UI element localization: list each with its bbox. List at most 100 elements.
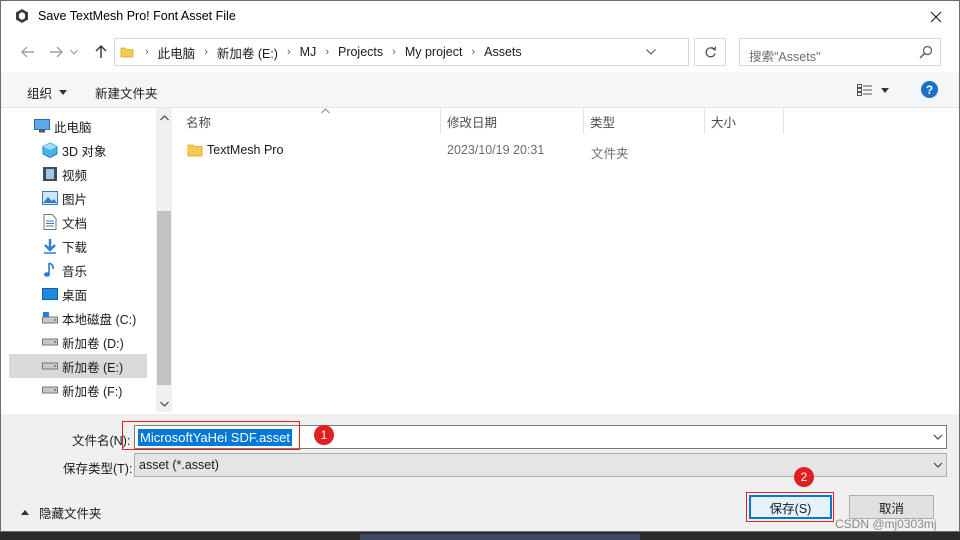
sidebar-item-label: 视频: [62, 168, 88, 183]
breadcrumb-separator[interactable]: ›: [200, 46, 212, 58]
search-input[interactable]: 搜索"Assets": [749, 46, 820, 65]
save-type-label: 保存类型(T):: [63, 462, 133, 476]
file-row[interactable]: TextMesh Pro 2023/10/19 20:31 文件夹: [164, 139, 959, 163]
cancel-button[interactable]: 取消: [849, 495, 934, 519]
up-button[interactable]: [90, 40, 112, 64]
file-name: TextMesh Pro: [207, 143, 284, 157]
save-dialog: Save TextMesh Pro! Font Asset File › 此电脑…: [0, 0, 960, 532]
file-list: 名称 修改日期 类型 大小 TextMesh Pro 2023/10/19 20…: [164, 108, 959, 414]
folder-icon: [120, 47, 134, 58]
refresh-icon: [705, 45, 716, 57]
view-options-button[interactable]: [857, 81, 897, 99]
sidebar-item-music[interactable]: 音乐: [9, 258, 147, 282]
forward-button[interactable]: [45, 40, 67, 64]
drive-icon: [41, 382, 59, 398]
sidebar-item-drive-c[interactable]: 本地磁盘 (C:): [9, 306, 147, 330]
breadcrumb-item[interactable]: Projects: [333, 45, 388, 59]
background-bar: [360, 534, 640, 540]
address-history-button[interactable]: [642, 45, 660, 59]
organize-label: 组织: [27, 87, 53, 101]
close-button[interactable]: [913, 1, 959, 32]
window-title: Save TextMesh Pro! Font Asset File: [38, 9, 236, 23]
sidebar-item-label: 新加卷 (F:): [62, 384, 123, 399]
chevron-down-icon: [70, 49, 78, 55]
folder-icon: [187, 144, 203, 157]
breadcrumb-item[interactable]: MJ: [295, 45, 322, 59]
chevron-down-icon: [646, 49, 656, 55]
new-folder-button[interactable]: 新建文件夹: [95, 83, 158, 102]
sidebar-item-label: 新加卷 (D:): [62, 336, 124, 351]
breadcrumb-separator[interactable]: ›: [467, 46, 479, 58]
breadcrumb-separator[interactable]: ›: [321, 46, 333, 58]
close-icon: [930, 11, 942, 22]
sidebar-item-drive-f[interactable]: 新加卷 (F:): [9, 378, 147, 402]
sidebar-item-downloads[interactable]: 下载: [9, 234, 147, 258]
help-button[interactable]: ?: [921, 81, 938, 98]
drive-icon: [41, 334, 59, 350]
watermark: CSDN @mj0303mj: [835, 517, 937, 531]
navigation-pane: 此电脑 3D 对象 视频 图片 文档 下载 音乐 桌面 本地磁盘 (C:) 新加…: [9, 108, 172, 412]
hide-folders-toggle[interactable]: 隐藏文件夹: [21, 503, 102, 522]
breadcrumb-item[interactable]: My project: [400, 45, 468, 59]
caret-down-icon: [59, 90, 68, 95]
sidebar-item-label: 此电脑: [54, 120, 92, 135]
back-button[interactable]: [17, 40, 39, 64]
sidebar-item-drive-e[interactable]: 新加卷 (E:): [9, 354, 147, 378]
arrow-left-icon: [21, 46, 34, 58]
sidebar-item-label: 文档: [62, 216, 88, 231]
sidebar-item-this-pc[interactable]: 此电脑: [9, 114, 147, 138]
sidebar-item-label: 下载: [62, 240, 88, 255]
recent-locations-button[interactable]: [67, 40, 81, 64]
column-header-name[interactable]: 名称: [180, 108, 441, 134]
breadcrumb-separator: ›: [145, 46, 149, 58]
chevron-down-icon[interactable]: [932, 430, 944, 444]
unity-app-icon: [16, 9, 28, 23]
hide-folders-label: 隐藏文件夹: [39, 507, 102, 521]
sidebar-item-label: 音乐: [62, 264, 88, 279]
download-icon: [41, 238, 59, 254]
content-area: 此电脑 3D 对象 视频 图片 文档 下载 音乐 桌面 本地磁盘 (C:) 新加…: [1, 108, 959, 414]
arrow-up-icon: [95, 45, 107, 58]
save-type-select[interactable]: asset (*.asset): [134, 453, 947, 477]
column-header-modified[interactable]: 修改日期: [441, 108, 584, 134]
caret-down-icon: [881, 87, 889, 93]
navigation-bar: › 此电脑 › 新加卷 (E:) › MJ › Projects › My pr…: [1, 32, 959, 72]
sidebar-item-pictures[interactable]: 图片: [9, 186, 147, 210]
breadcrumb-separator[interactable]: ›: [388, 46, 400, 58]
breadcrumb-item[interactable]: 新加卷 (E:): [212, 43, 283, 62]
breadcrumb: › 此电脑 › 新加卷 (E:) › MJ › Projects › My pr…: [141, 39, 527, 65]
sidebar-item-drive-d[interactable]: 新加卷 (D:): [9, 330, 147, 354]
sidebar-item-label: 桌面: [62, 288, 88, 303]
breadcrumb-item[interactable]: 此电脑: [153, 43, 201, 62]
details-view-icon: [857, 84, 872, 96]
search-box[interactable]: 搜索"Assets": [739, 38, 941, 66]
cube-icon: [41, 142, 59, 158]
sidebar-item-label: 新加卷 (E:): [62, 360, 124, 375]
arrow-right-icon: [50, 46, 63, 58]
desktop-icon: [41, 286, 59, 302]
chevron-down-icon: [933, 462, 943, 468]
music-icon: [41, 262, 59, 278]
column-header-size[interactable]: 大小: [705, 108, 784, 134]
column-header-type[interactable]: 类型: [584, 108, 705, 134]
annotation-box-filename: [122, 421, 300, 450]
sidebar-item-label: 图片: [62, 192, 88, 207]
sort-ascending-icon: [321, 108, 330, 114]
sidebar-item-documents[interactable]: 文档: [9, 210, 147, 234]
breadcrumb-item[interactable]: Assets: [479, 45, 527, 59]
drive-icon: [41, 358, 59, 374]
organize-menu[interactable]: 组织: [27, 83, 68, 102]
sidebar-item-label: 3D 对象: [62, 144, 107, 159]
file-type: 文件夹: [591, 147, 629, 161]
title-bar: Save TextMesh Pro! Font Asset File: [1, 1, 959, 32]
search-icon[interactable]: [919, 45, 933, 59]
breadcrumb-separator[interactable]: ›: [283, 46, 295, 58]
refresh-button[interactable]: [694, 38, 726, 66]
sidebar-item-3d-objects[interactable]: 3D 对象: [9, 138, 147, 162]
sidebar-item-desktop[interactable]: 桌面: [9, 282, 147, 306]
sidebar-item-label: 本地磁盘 (C:): [62, 312, 137, 327]
address-bar[interactable]: › 此电脑 › 新加卷 (E:) › MJ › Projects › My pr…: [114, 38, 689, 66]
computer-icon: [33, 118, 51, 134]
sidebar-item-videos[interactable]: 视频: [9, 162, 147, 186]
file-modified: 2023/10/19 20:31: [447, 143, 545, 157]
